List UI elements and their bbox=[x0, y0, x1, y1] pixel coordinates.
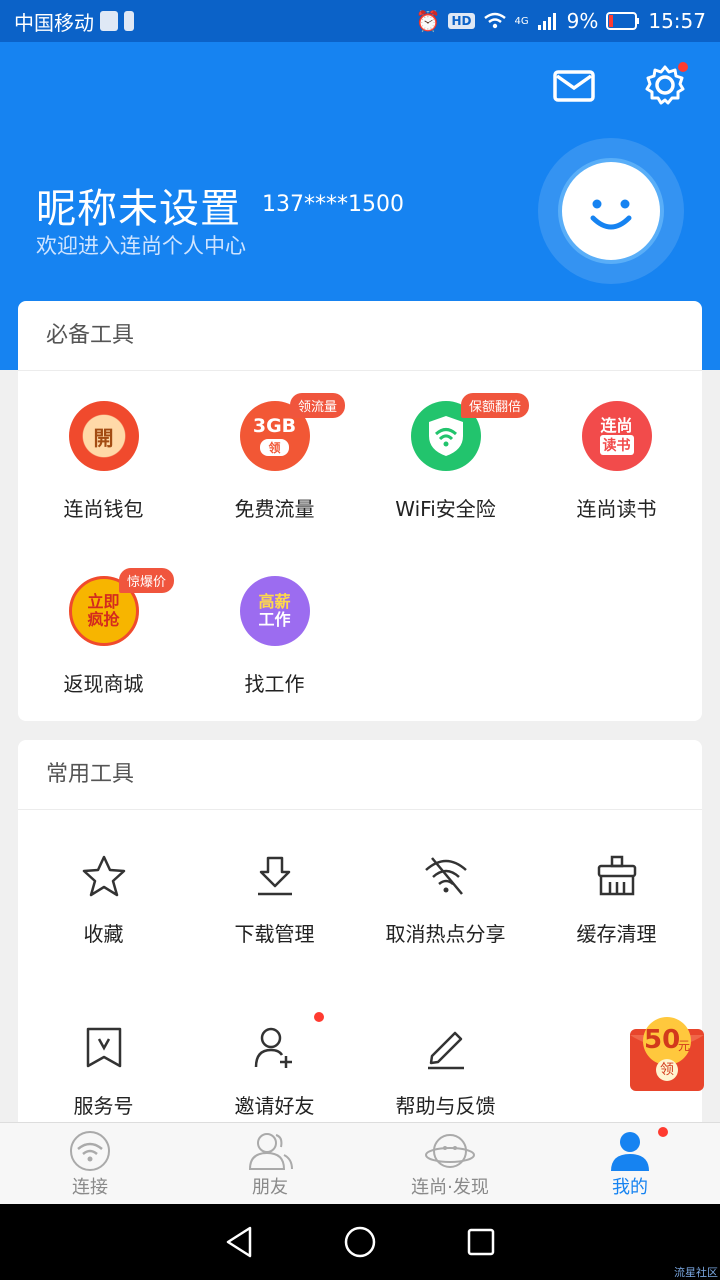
tool-cancel-hotspot[interactable]: 取消热点分享 bbox=[360, 810, 531, 982]
hd-icon: HD bbox=[448, 13, 475, 29]
tool-badge: 领流量 bbox=[290, 393, 346, 418]
tab-connect[interactable]: 连接 bbox=[0, 1123, 180, 1204]
tool-label: 免费流量 bbox=[234, 497, 315, 521]
tool-label: 返现商城 bbox=[63, 672, 144, 696]
tool-wifi-insurance[interactable]: 保额翻倍 WiFi安全险 bbox=[360, 371, 531, 546]
message-button[interactable] bbox=[552, 68, 596, 104]
welcome-text: 欢迎进入连尚个人中心 bbox=[36, 234, 246, 258]
system-nav-bar bbox=[0, 1204, 720, 1280]
tab-label: 连接 bbox=[72, 1177, 108, 1198]
tab-label: 朋友 bbox=[252, 1177, 288, 1198]
wifi-off-icon bbox=[424, 857, 467, 895]
red-packet-button[interactable]: 50 元 领 bbox=[628, 1015, 706, 1093]
tool-label: 连尚读书 bbox=[576, 497, 657, 521]
tool-label: 收藏 bbox=[83, 922, 124, 946]
settings-button[interactable] bbox=[644, 62, 688, 106]
tool-label: 邀请好友 bbox=[234, 1094, 315, 1118]
red-packet-amount: 50 bbox=[644, 1025, 681, 1055]
tool-clear-cache[interactable]: 缓存清理 bbox=[531, 810, 702, 982]
friends-tab-icon bbox=[248, 1133, 293, 1170]
settings-notification-dot bbox=[678, 62, 688, 72]
red-packet-label: 领 bbox=[656, 1059, 678, 1081]
tool-badge: 保额翻倍 bbox=[461, 393, 530, 418]
bookmark-v-icon bbox=[86, 1027, 121, 1068]
phone-number: 137****1500 bbox=[262, 192, 404, 217]
star-icon bbox=[82, 855, 125, 897]
network-type: 4G bbox=[514, 15, 529, 27]
add-user-icon bbox=[254, 1027, 292, 1068]
tool-label: WiFi安全险 bbox=[395, 497, 496, 521]
tab-me[interactable]: 我的 bbox=[540, 1123, 720, 1204]
battery-icon bbox=[606, 12, 640, 30]
tool-label: 缓存清理 bbox=[576, 922, 657, 946]
recents-icon[interactable] bbox=[466, 1227, 496, 1257]
reading-icon: 连尚 读书 bbox=[581, 401, 652, 471]
tool-free-data[interactable]: 领流量 3GB 领 免费流量 bbox=[189, 371, 360, 546]
tool-job[interactable]: 高薪 工作 找工作 bbox=[189, 546, 360, 721]
battery-percent: 9% bbox=[566, 9, 599, 33]
back-icon[interactable] bbox=[224, 1225, 254, 1259]
signal-icon bbox=[537, 13, 556, 30]
me-notification-dot bbox=[658, 1127, 668, 1137]
tab-discover[interactable]: 连尚·发现 bbox=[360, 1123, 540, 1204]
sim-icon bbox=[124, 11, 134, 31]
tool-label: 找工作 bbox=[244, 672, 305, 696]
common-tools-title: 常用工具 bbox=[18, 740, 702, 810]
tool-label: 连尚钱包 bbox=[63, 497, 144, 521]
invite-notification-dot bbox=[314, 1012, 324, 1022]
clock: 15:57 bbox=[648, 9, 706, 33]
pencil-icon bbox=[427, 1031, 464, 1070]
wifi-status-icon bbox=[483, 12, 506, 29]
download-icon bbox=[257, 856, 292, 896]
red-packet-unit: 元 bbox=[678, 1039, 691, 1053]
tool-downloads[interactable]: 下载管理 bbox=[189, 810, 360, 982]
tool-label: 下载管理 bbox=[234, 922, 315, 946]
watermark: 流星社区 bbox=[674, 1266, 718, 1279]
tab-label: 我的 bbox=[612, 1177, 648, 1198]
carrier-label: 中国移动 bbox=[14, 10, 94, 35]
avatar-ring[interactable] bbox=[538, 138, 684, 284]
tool-favorites[interactable]: 收藏 bbox=[18, 810, 189, 982]
common-tools-card: 常用工具 收藏 下载管理 取消热点分享 缓存清理 服务号 邀请好友 帮助与反馈 bbox=[18, 740, 702, 1160]
tab-label: 连尚·发现 bbox=[411, 1177, 489, 1198]
nickname[interactable]: 昵称未设置 bbox=[36, 176, 241, 234]
app-notification-icon bbox=[100, 11, 118, 31]
job-icon: 高薪 工作 bbox=[239, 576, 310, 646]
smile-face-icon bbox=[590, 199, 632, 230]
tool-label: 取消热点分享 bbox=[385, 922, 506, 946]
planet-tab-icon bbox=[425, 1134, 475, 1168]
essential-tools-card: 必备工具 開 连尚钱包 领流量 3GB 领 免费流量 保额翻倍 WiFi安全险 … bbox=[18, 301, 702, 721]
tool-mall[interactable]: 惊爆价 立即 疯抢 返现商城 bbox=[18, 546, 189, 721]
status-bar: 中国移动 ⏰ HD 4G 9% 15:57 bbox=[0, 0, 720, 42]
tab-friends[interactable]: 朋友 bbox=[180, 1123, 360, 1204]
alarm-icon: ⏰ bbox=[415, 9, 441, 33]
mail-icon bbox=[553, 70, 595, 102]
avatar[interactable] bbox=[558, 158, 664, 264]
broom-icon bbox=[597, 855, 636, 896]
tool-reading[interactable]: 连尚 读书 连尚读书 bbox=[531, 371, 702, 546]
tool-wallet[interactable]: 開 连尚钱包 bbox=[18, 371, 189, 546]
wifi-tab-icon bbox=[70, 1131, 110, 1171]
bottom-tab-bar: 连接 朋友 连尚·发现 我的 bbox=[0, 1122, 720, 1204]
home-icon[interactable] bbox=[343, 1225, 377, 1259]
me-tab-icon bbox=[611, 1132, 649, 1171]
essential-tools-title: 必备工具 bbox=[18, 301, 702, 371]
tool-label: 帮助与反馈 bbox=[395, 1094, 496, 1118]
tool-label: 服务号 bbox=[73, 1094, 134, 1118]
wallet-icon: 開 bbox=[68, 401, 139, 471]
tool-badge: 惊爆价 bbox=[119, 568, 175, 593]
